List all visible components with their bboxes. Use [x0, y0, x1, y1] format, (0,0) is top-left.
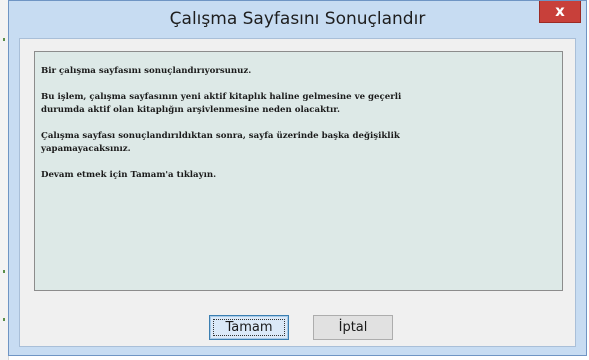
focus-ring: [213, 319, 285, 336]
message-line: Bir çalışma sayfasını sonuçlandırıyorsun…: [41, 66, 252, 76]
dialog-body: Bir çalışma sayfasını sonuçlandırıyorsun…: [19, 38, 576, 347]
message-paragraph: Bir çalışma sayfasını sonuçlandırıyorsun…: [41, 65, 556, 78]
finalize-worksheet-dialog: Çalışma Sayfasını Sonuçlandır x Bir çalı…: [8, 0, 587, 356]
message-textbox[interactable]: Bir çalışma sayfasını sonuçlandırıyorsun…: [34, 51, 563, 291]
message-paragraph: Çalışma sayfası sonuçlandırıldıktan sonr…: [41, 130, 556, 156]
background-marker: [3, 270, 5, 273]
message-line: durumda aktif olan kitaplığın arşivlenme…: [41, 105, 341, 115]
background-marker: [3, 318, 5, 321]
message-line: Çalışma sayfası sonuçlandırıldıktan sonr…: [41, 131, 400, 141]
close-button[interactable]: x: [539, 1, 581, 23]
close-icon: x: [555, 2, 565, 20]
message-line: yapamayacaksınız.: [41, 144, 131, 154]
dialog-title: Çalışma Sayfasını Sonuçlandır: [169, 9, 426, 29]
cancel-button[interactable]: İptal: [313, 315, 393, 340]
message-paragraph: Bu işlem, çalışma sayfasının yeni aktif …: [41, 91, 556, 117]
cancel-button-label: İptal: [338, 320, 368, 335]
dialog-titlebar[interactable]: Çalışma Sayfasını Sonuçlandır x: [9, 1, 586, 37]
message-paragraph: Devam etmek için Tamam'a tıklayın.: [41, 169, 556, 182]
background-marker: [3, 38, 5, 41]
message-line: Devam etmek için Tamam'a tıklayın.: [41, 170, 217, 180]
message-line: Bu işlem, çalışma sayfasının yeni aktif …: [41, 92, 402, 102]
ok-button[interactable]: Tamam: [209, 315, 289, 340]
